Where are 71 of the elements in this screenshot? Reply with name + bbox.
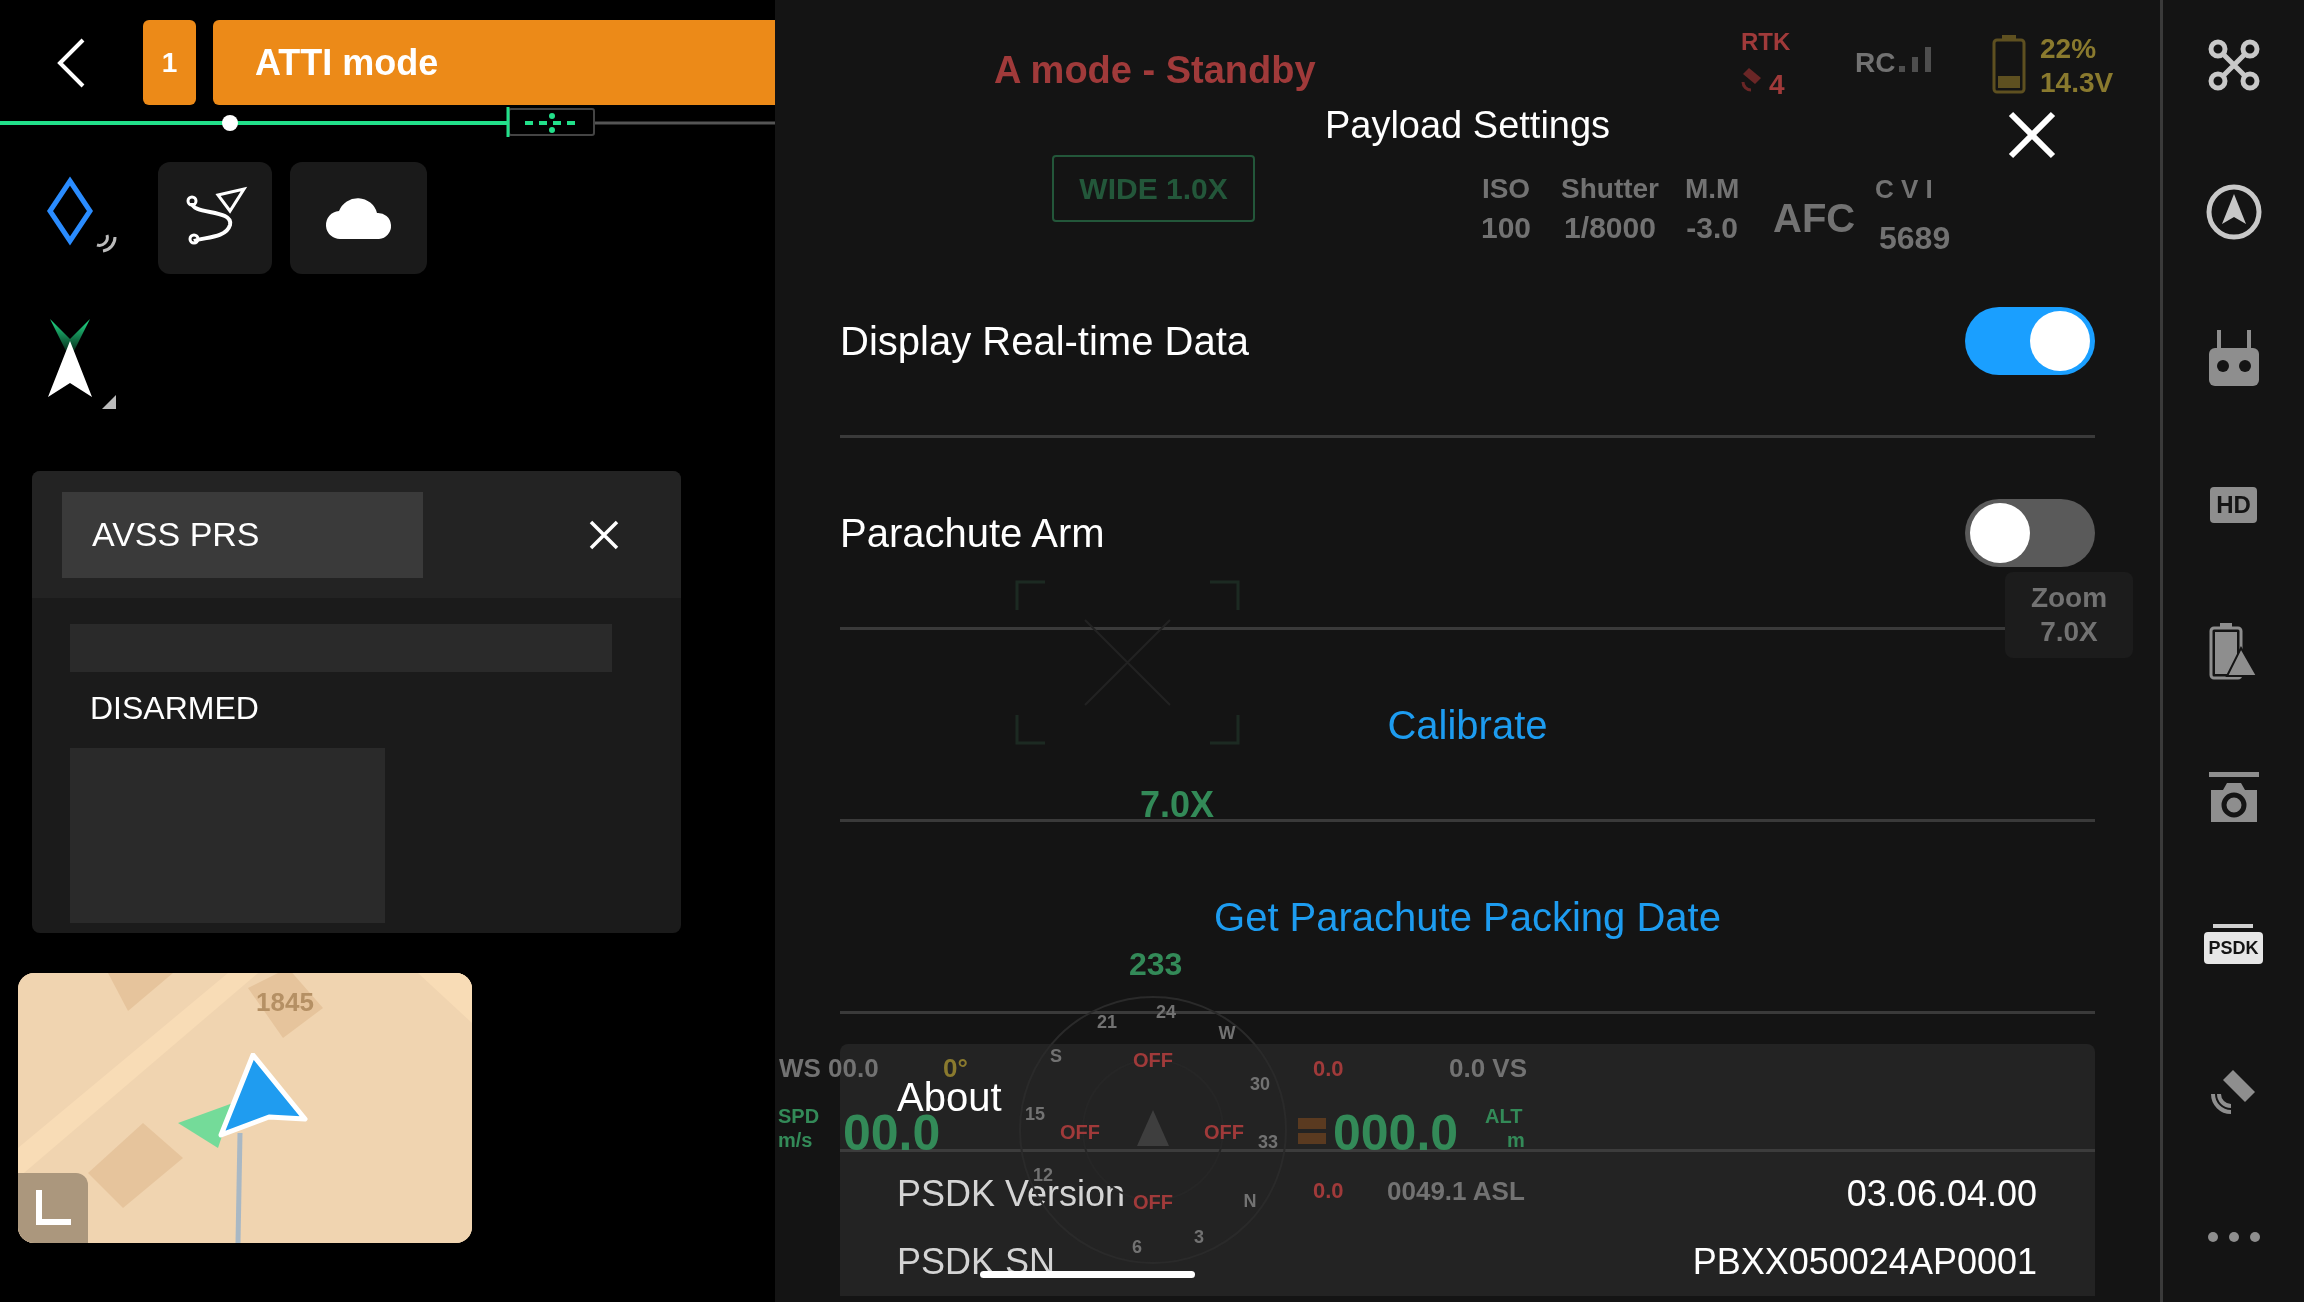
compass-mark: 3 — [1194, 1228, 1204, 1246]
obstacle-label: OFF — [1204, 1122, 1244, 1142]
compass-mark: 15 — [1025, 1105, 1045, 1123]
compass-mark: 6 — [1132, 1238, 1142, 1256]
rtk-label: RTK — [1741, 27, 1791, 57]
telemetry-value: 0.0 — [1313, 1180, 1344, 1202]
compass-mark: S — [1050, 1047, 1062, 1065]
more-icon[interactable] — [2206, 1231, 2261, 1243]
wind-speed: WS 00.0 — [779, 1055, 879, 1081]
telemetry-value: 0.0 — [1313, 1058, 1344, 1080]
compass-mark: 21 — [1097, 1013, 1117, 1031]
zoom-level: 7.0X — [1140, 783, 1215, 827]
flight-mode-bar: ATTI mode — [213, 20, 775, 105]
speed-label: SPD — [778, 1106, 820, 1126]
setting-label: Display Real-time Data — [840, 317, 1250, 365]
info-value: PBXX050024AP0001 — [1692, 1244, 2037, 1280]
rtk-count: 4 — [1769, 68, 1785, 102]
payload-tag: AVSS PRS — [62, 491, 423, 578]
compass-mark: N — [1243, 1192, 1257, 1210]
action-link[interactable]: Get Parachute Packing Date — [1214, 886, 1721, 947]
sea-level-altitude: 0049.1 ASL — [1387, 1178, 1525, 1204]
info-value: 03.06.04.00 — [1846, 1176, 2037, 1212]
parachute-status: DISARMED — [90, 689, 260, 728]
altitude-label: ALT — [1485, 1106, 1523, 1126]
battery-percent: 22% — [2040, 32, 2097, 66]
remote-controller-icon[interactable] — [2206, 328, 2261, 388]
map-size-button[interactable] — [18, 1173, 88, 1243]
gimbal-angle: 0° — [943, 1055, 968, 1081]
compass-mark: 24 — [1156, 1003, 1176, 1021]
cloud-icon — [324, 195, 393, 241]
storage-count: 5689 — [1879, 219, 1951, 258]
battery-icon — [1992, 34, 2026, 94]
compass-mark: W — [1218, 1024, 1236, 1042]
psdk-icon[interactable]: PSDK — [2204, 932, 2263, 964]
altitude-bar-icon — [1298, 1118, 1326, 1146]
obstacle-label: OFF — [1060, 1122, 1100, 1142]
battery-voltage: 14.3V — [2040, 66, 2114, 100]
altitude-value: 000.0 — [1333, 1108, 1459, 1158]
setting-label: Parachute Arm — [840, 509, 1105, 557]
zoom-indicator: Zoom 7.0X — [2005, 572, 2133, 658]
corner-icon — [33, 1188, 73, 1228]
battery-icon[interactable] — [2208, 622, 2259, 680]
close-icon[interactable] — [588, 518, 620, 551]
hd-icon[interactable]: HD — [2210, 486, 2257, 523]
exposure-value: 1/8000 — [1564, 210, 1656, 246]
rc-label: RC — [1855, 46, 1896, 80]
lens-indicator: WIDE 1.0X — [1052, 155, 1255, 222]
compass-mark: 30 — [1250, 1075, 1270, 1093]
compass-mark: 33 — [1258, 1133, 1278, 1151]
dialog-title: Payload Settings — [1324, 106, 1611, 144]
action-link[interactable]: Calibrate — [1387, 694, 1548, 755]
exposure-label: M.M — [1685, 172, 1740, 206]
altitude-unit: m — [1507, 1130, 1525, 1150]
focus-mode: AFC — [1773, 195, 1856, 242]
weather-button[interactable] — [290, 162, 427, 274]
exposure-value: 100 — [1481, 210, 1532, 246]
storage-label: C V I — [1875, 173, 1933, 206]
vertical-speed: 0.0 VS — [1449, 1055, 1528, 1081]
speed-unit: m/s — [778, 1130, 813, 1150]
exposure-label: Shutter — [1561, 172, 1659, 206]
route-button[interactable] — [158, 162, 272, 274]
close-icon[interactable] — [2007, 110, 2057, 160]
obstacle-label: OFF — [1133, 1192, 1173, 1212]
map-label: 1845 — [256, 986, 314, 1019]
back-icon[interactable] — [55, 36, 87, 89]
flight-status: A mode - Standby — [994, 48, 1316, 93]
exposure-label: ISO — [1481, 172, 1531, 206]
heading-value: 233 — [1129, 945, 1183, 984]
exposure-value: -3.0 — [1686, 210, 1739, 246]
obstacle-label: OFF — [1133, 1050, 1173, 1070]
mode-number: 1 — [143, 20, 196, 105]
